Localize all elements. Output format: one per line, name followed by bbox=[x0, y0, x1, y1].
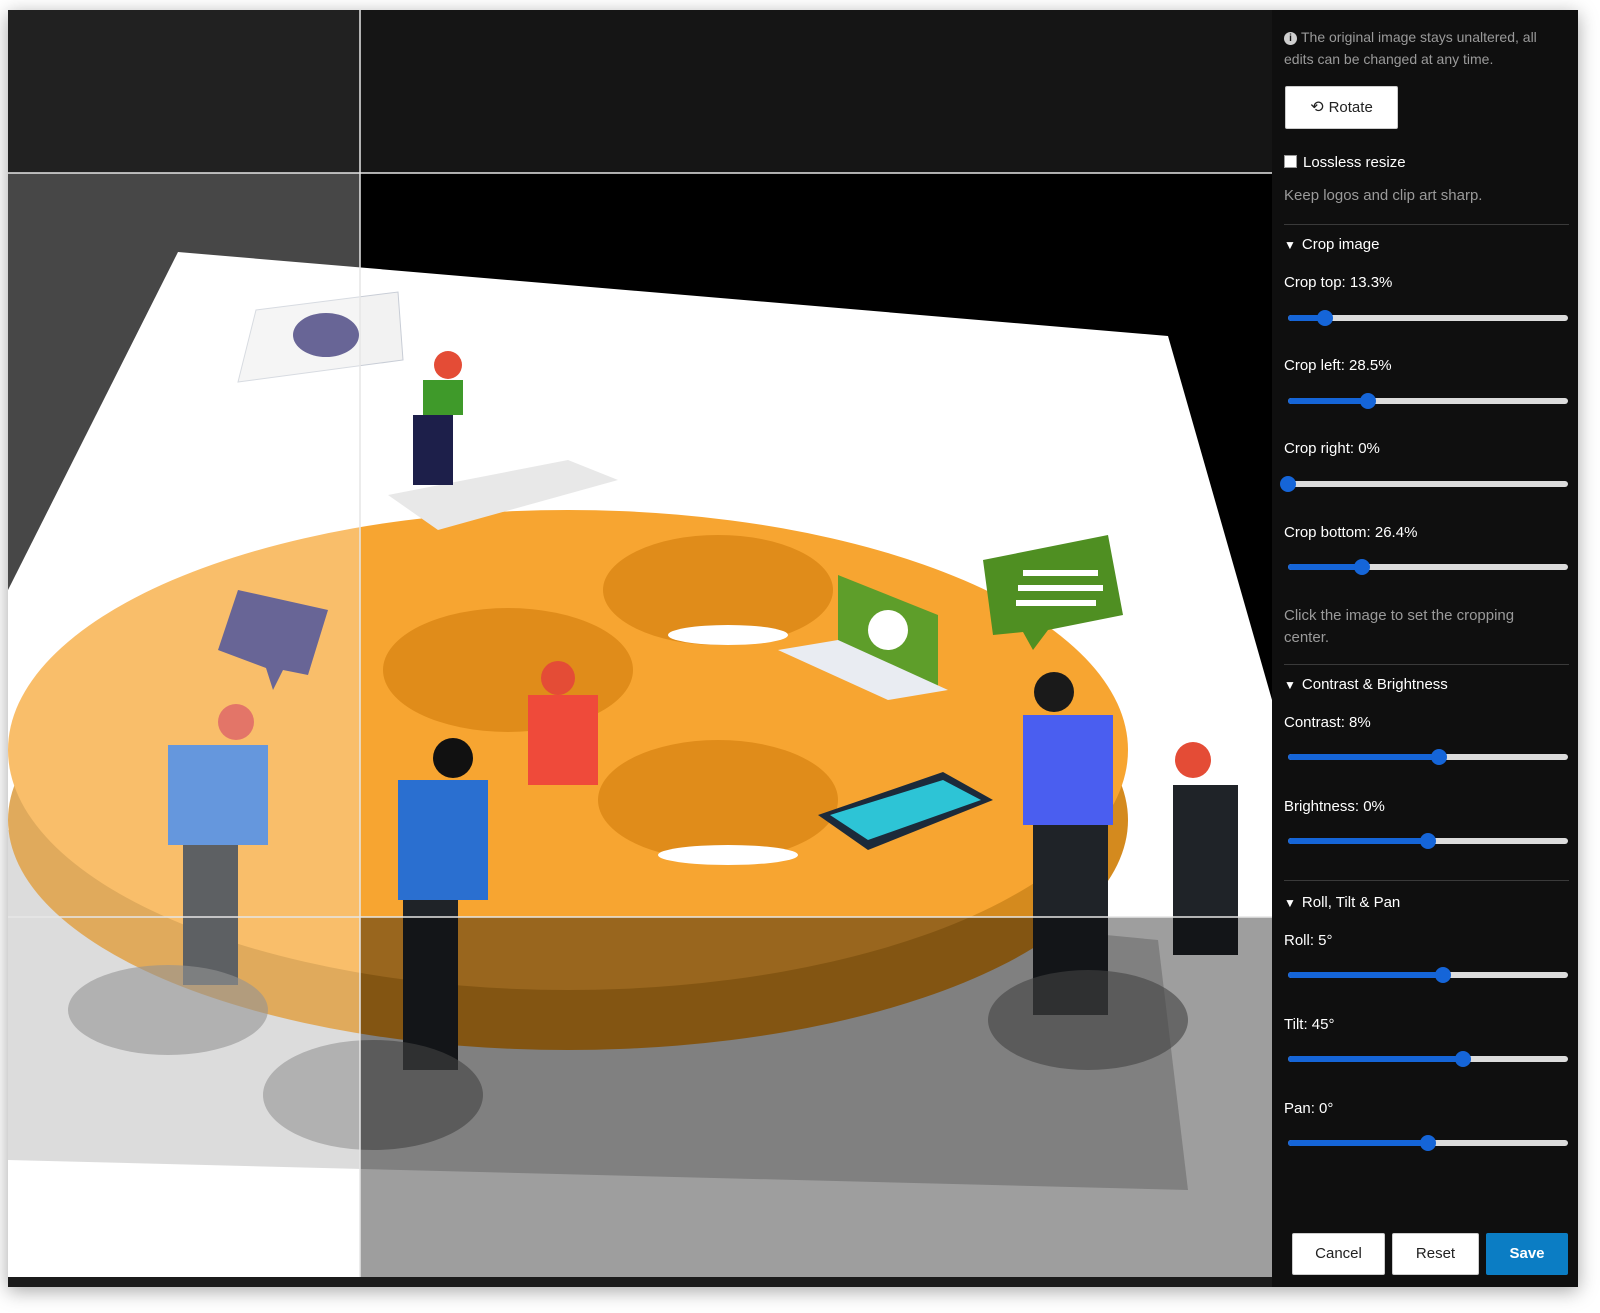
crop-left-label: Crop left: 28.5% bbox=[1284, 357, 1392, 374]
crop-section-toggle[interactable]: ▼ Crop image bbox=[1284, 236, 1379, 253]
triangle-down-icon: ▼ bbox=[1284, 678, 1296, 692]
slider-thumb[interactable] bbox=[1359, 393, 1376, 409]
contrast-slider[interactable] bbox=[1288, 747, 1568, 767]
brightness-slider[interactable] bbox=[1288, 831, 1568, 851]
lossless-resize-label: Lossless resize bbox=[1303, 154, 1406, 171]
slider-thumb[interactable] bbox=[1317, 310, 1334, 326]
roll-tilt-pan-section-toggle[interactable]: ▼ Roll, Tilt & Pan bbox=[1284, 894, 1400, 911]
triangle-down-icon: ▼ bbox=[1284, 896, 1296, 910]
image-preview-canvas[interactable] bbox=[8, 10, 1272, 1277]
crop-section-title: Crop image bbox=[1301, 236, 1380, 253]
save-button[interactable]: Save bbox=[1486, 1233, 1568, 1275]
info-notice-text: The original image stays unaltered, all … bbox=[1284, 29, 1537, 67]
divider bbox=[1284, 224, 1569, 225]
contrast-brightness-section-toggle[interactable]: ▼ Contrast & Brightness bbox=[1284, 676, 1448, 693]
crop-left-slider[interactable] bbox=[1288, 391, 1568, 411]
crop-center-hint: Click the image to set the cropping cent… bbox=[1284, 607, 1515, 646]
cancel-button[interactable]: Cancel bbox=[1292, 1233, 1385, 1275]
illustration-image bbox=[8, 10, 1272, 1277]
rotate-button-label: Rotate bbox=[1328, 99, 1373, 116]
roll-label: Roll: 5° bbox=[1284, 932, 1333, 949]
pan-slider[interactable] bbox=[1288, 1133, 1568, 1153]
crop-right-label: Crop right: 0% bbox=[1284, 440, 1380, 457]
contrast-label: Contrast: 8% bbox=[1284, 714, 1371, 731]
crop-top-label: Crop top: 13.3% bbox=[1284, 274, 1393, 291]
slider-thumb[interactable] bbox=[1420, 1135, 1436, 1151]
lossless-resize-help: Keep logos and clip art sharp. bbox=[1284, 187, 1483, 204]
crop-top-slider[interactable] bbox=[1288, 308, 1568, 328]
divider bbox=[1284, 880, 1569, 881]
lossless-resize-row[interactable]: Lossless resize bbox=[1284, 154, 1406, 171]
slider-thumb[interactable] bbox=[1435, 967, 1452, 983]
brightness-label: Brightness: 0% bbox=[1284, 798, 1385, 815]
info-icon: i bbox=[1284, 32, 1297, 45]
crop-bottom-slider[interactable] bbox=[1288, 557, 1568, 577]
slider-thumb[interactable] bbox=[1431, 749, 1448, 765]
roll-slider[interactable] bbox=[1288, 965, 1568, 985]
image-editor-window: i The original image stays unaltered, all… bbox=[8, 10, 1578, 1287]
edit-settings-panel: i The original image stays unaltered, all… bbox=[1272, 10, 1578, 1287]
slider-thumb[interactable] bbox=[1455, 1051, 1471, 1067]
contrast-brightness-section-title: Contrast & Brightness bbox=[1301, 676, 1448, 693]
triangle-down-icon: ▼ bbox=[1284, 238, 1296, 252]
crop-bottom-label: Crop bottom: 26.4% bbox=[1284, 524, 1418, 541]
tilt-slider[interactable] bbox=[1288, 1049, 1568, 1069]
divider bbox=[1284, 664, 1569, 665]
lossless-resize-checkbox[interactable] bbox=[1284, 155, 1297, 168]
slider-thumb[interactable] bbox=[1280, 476, 1296, 492]
roll-tilt-pan-section-title: Roll, Tilt & Pan bbox=[1301, 894, 1401, 911]
slider-thumb[interactable] bbox=[1420, 833, 1436, 849]
reset-button[interactable]: Reset bbox=[1392, 1233, 1479, 1275]
tilt-label: Tilt: 45° bbox=[1284, 1016, 1335, 1033]
pan-label: Pan: 0° bbox=[1284, 1100, 1334, 1117]
crop-right-slider[interactable] bbox=[1280, 474, 1568, 494]
rotate-button[interactable]: ⟲ Rotate bbox=[1285, 86, 1398, 129]
info-notice: i The original image stays unaltered, all… bbox=[1284, 26, 1569, 70]
rotate-icon: ⟲ bbox=[1310, 99, 1324, 116]
slider-thumb[interactable] bbox=[1353, 559, 1370, 575]
